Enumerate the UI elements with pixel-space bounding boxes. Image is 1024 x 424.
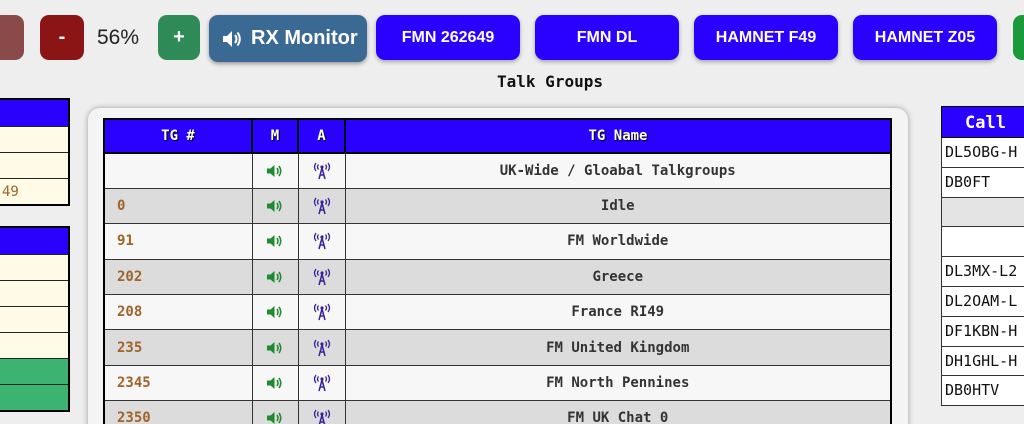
tg-name: Greece [344, 258, 892, 296]
speaker-icon [223, 30, 241, 47]
left-panel-header [0, 228, 68, 254]
antenna-icon[interactable] [312, 303, 332, 321]
tg-name: FM United Kingdom [344, 329, 892, 366]
call-row[interactable] [941, 227, 1024, 258]
tg-number: 208 [103, 294, 253, 331]
speaker-icon[interactable] [266, 375, 284, 391]
header-tg-name[interactable]: TG Name [344, 118, 892, 154]
monitor-cell[interactable] [251, 187, 299, 225]
partial-button[interactable] [0, 15, 24, 60]
left-panel-cell: 49 [0, 178, 68, 204]
header-tg-number[interactable]: TG # [103, 118, 253, 154]
antenna-icon[interactable] [312, 374, 332, 392]
hamnet-z05-button[interactable]: HAMNET Z05 [853, 15, 997, 60]
left-panel-cell [0, 254, 68, 280]
call-row[interactable]: DH1GHL-H [941, 346, 1024, 377]
talk-groups-table: TG # M A TG Name UK-Wide / Gloabal Talkg… [103, 118, 892, 424]
activity-cell[interactable] [297, 258, 346, 296]
left-panel-cell [0, 332, 68, 358]
monitor-cell[interactable] [251, 223, 299, 260]
rx-monitor-label: RX Monitor [251, 27, 358, 49]
speaker-icon[interactable] [266, 340, 284, 356]
call-row[interactable]: DL5OBG-H [941, 138, 1024, 168]
tg-number: 0 [103, 187, 253, 225]
monitor-cell[interactable] [251, 258, 299, 296]
antenna-icon[interactable] [312, 409, 332, 424]
fmn-262649-button[interactable]: FMN 262649 [376, 15, 520, 60]
activity-cell[interactable] [297, 364, 346, 402]
activity-cell[interactable] [297, 223, 346, 260]
call-list: Call DL5OBG-H DB0FT DL3MX-L2 DL2OAM-L DF1KBN… [941, 106, 1024, 407]
monitor-cell[interactable] [251, 329, 299, 366]
partial-green-button[interactable] [1013, 15, 1024, 60]
speaker-icon[interactable] [266, 410, 284, 424]
left-panel-cell [0, 152, 68, 178]
activity-cell[interactable] [297, 294, 346, 331]
left-panel-cell [0, 126, 68, 152]
talk-groups-title: Talk Groups [497, 72, 603, 91]
tg-name: FM UK Chat 0 [344, 400, 892, 424]
tg-number: 2350 [103, 400, 253, 424]
rx-monitor-button[interactable]: RX Monitor [209, 15, 367, 62]
speaker-icon[interactable] [266, 198, 284, 214]
tg-number: 202 [103, 258, 253, 296]
table-row[interactable]: 2345 FM North Pennines [103, 364, 892, 402]
app-screen: - 56% + RX Monitor FMN 262649 FMN DL HAM… [0, 0, 1024, 424]
monitor-cell[interactable] [251, 294, 299, 331]
table-row[interactable]: 208 France RI49 [103, 294, 892, 331]
tg-name: FM Worldwide [344, 223, 892, 260]
table-row[interactable]: 2350 FM UK Chat 0 [103, 400, 892, 424]
activity-cell[interactable] [297, 400, 346, 424]
antenna-icon[interactable] [312, 268, 332, 286]
call-row[interactable]: DB0HTV [941, 376, 1024, 407]
tg-name: FM North Pennines [344, 364, 892, 402]
monitor-cell[interactable] [251, 400, 299, 424]
activity-cell[interactable] [297, 187, 346, 225]
activity-cell[interactable] [297, 329, 346, 366]
antenna-icon[interactable] [312, 162, 332, 180]
speaker-icon[interactable] [266, 304, 284, 320]
call-row[interactable]: DL3MX-L2 [941, 257, 1024, 287]
left-panel-header [0, 100, 68, 126]
left-panel-cell [0, 306, 68, 332]
antenna-icon[interactable] [312, 339, 332, 357]
tg-name: Idle [344, 187, 892, 225]
volume-down-button[interactable]: - [40, 15, 84, 60]
tg-number: 91 [103, 223, 253, 260]
table-row[interactable]: 0 Idle [103, 187, 892, 225]
speaker-icon[interactable] [266, 163, 284, 179]
table-row[interactable]: 91 FM Worldwide [103, 223, 892, 260]
call-row[interactable]: DF1KBN-H [941, 316, 1024, 347]
monitor-cell[interactable] [251, 364, 299, 402]
fmn-dl-button[interactable]: FMN DL [535, 15, 679, 60]
hamnet-f49-button[interactable]: HAMNET F49 [694, 15, 838, 60]
volume-up-button[interactable]: + [158, 15, 200, 60]
call-row[interactable]: DB0FT [941, 167, 1024, 198]
left-panel-cell-active [0, 358, 68, 384]
antenna-icon[interactable] [312, 232, 332, 250]
monitor-cell[interactable] [251, 152, 299, 189]
tg-name: France RI49 [344, 294, 892, 331]
header-activity[interactable]: A [297, 118, 346, 154]
header-monitor[interactable]: M [251, 118, 299, 154]
activity-cell[interactable] [297, 152, 346, 189]
tg-number: 2345 [103, 364, 253, 402]
call-header: Call [941, 106, 1024, 138]
tg-number: 235 [103, 329, 253, 366]
left-panel-cell-active [0, 384, 68, 410]
table-row[interactable]: UK-Wide / Gloabal Talkgroups [103, 152, 892, 189]
left-panel-bottom [0, 226, 70, 412]
left-panel-top: 49 [0, 98, 70, 206]
tg-name: UK-Wide / Gloabal Talkgroups [344, 152, 892, 189]
antenna-icon[interactable] [312, 197, 332, 215]
tg-number [103, 152, 253, 189]
left-panel-cell [0, 280, 68, 306]
call-row[interactable] [941, 197, 1024, 228]
call-row[interactable]: DL2OAM-L [941, 286, 1024, 317]
table-row[interactable]: 202 Greece [103, 258, 892, 296]
volume-level: 56% [97, 26, 140, 49]
speaker-icon[interactable] [266, 269, 284, 285]
speaker-icon[interactable] [266, 233, 284, 249]
table-row[interactable]: 235 FM United Kingdom [103, 329, 892, 366]
